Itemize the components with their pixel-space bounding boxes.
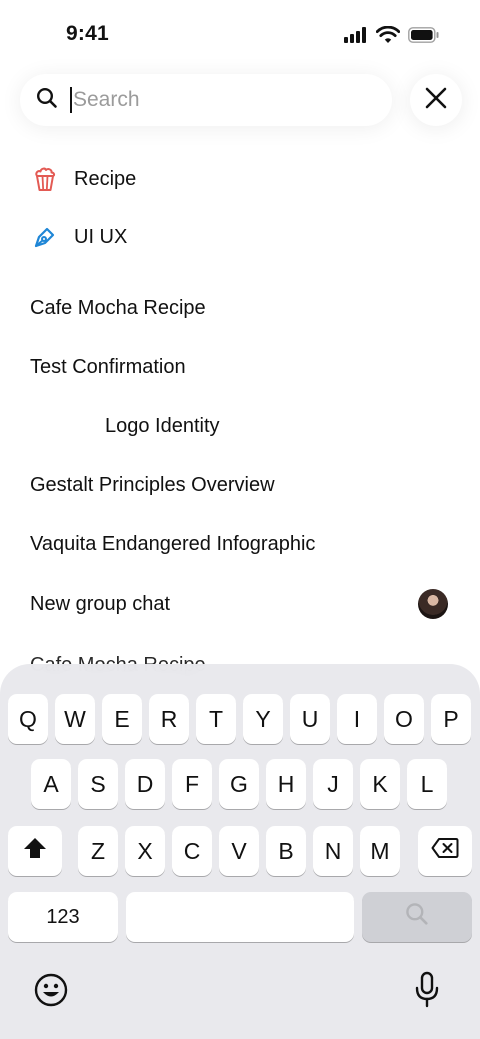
key-b[interactable]: B (266, 826, 306, 876)
dictation-button[interactable] (413, 971, 441, 1014)
close-button[interactable] (410, 74, 462, 126)
shift-key[interactable] (8, 826, 62, 876)
result-item[interactable]: Vaquita Endangered Infographic (30, 533, 315, 556)
avatar (418, 589, 448, 619)
result-item[interactable]: Logo Identity (105, 415, 220, 438)
category-label: Recipe (74, 167, 137, 190)
category-item-recipe[interactable]: Recipe (30, 164, 136, 194)
key-h[interactable]: H (266, 759, 306, 809)
key-g[interactable]: G (219, 759, 259, 809)
emoji-icon (34, 973, 68, 1011)
key-n[interactable]: N (313, 826, 353, 876)
status-time: 9:41 (66, 22, 109, 45)
backspace-icon (431, 837, 459, 865)
key-f[interactable]: F (172, 759, 212, 809)
key-t[interactable]: T (196, 694, 236, 744)
key-c[interactable]: C (172, 826, 212, 876)
microphone-icon (413, 971, 441, 1013)
key-x[interactable]: X (125, 826, 165, 876)
search-icon (36, 87, 58, 114)
signal-icon (344, 27, 368, 48)
key-k[interactable]: K (360, 759, 400, 809)
text-cursor (70, 87, 72, 113)
key-l[interactable]: L (407, 759, 447, 809)
emoji-button[interactable] (34, 973, 68, 1012)
key-v[interactable]: V (219, 826, 259, 876)
delete-key[interactable] (418, 826, 472, 876)
key-p[interactable]: P (431, 694, 471, 744)
key-z[interactable]: Z (78, 826, 118, 876)
key-m[interactable]: M (360, 826, 400, 876)
search-key[interactable] (362, 892, 472, 942)
key-e[interactable]: E (102, 694, 142, 744)
key-i[interactable]: I (337, 694, 377, 744)
key-q[interactable]: Q (8, 694, 48, 744)
result-item[interactable]: Cafe Mocha Recipe (30, 297, 206, 320)
search-key-icon (405, 902, 429, 932)
result-item[interactable]: Test Confirmation (30, 356, 186, 379)
battery-icon (408, 27, 440, 48)
key-o[interactable]: O (384, 694, 424, 744)
key-a[interactable]: A (31, 759, 71, 809)
search-field[interactable] (20, 74, 392, 126)
search-input[interactable] (73, 88, 333, 112)
pen-tool-icon (30, 222, 60, 252)
category-label: UI UX (74, 225, 128, 248)
wifi-icon (375, 25, 401, 49)
key-y[interactable]: Y (243, 694, 283, 744)
status-bar: 9:41 (0, 0, 480, 66)
space-key[interactable] (126, 892, 354, 942)
key-w[interactable]: W (55, 694, 95, 744)
key-d[interactable]: D (125, 759, 165, 809)
result-item[interactable]: New group chat (30, 593, 170, 616)
key-j[interactable]: J (313, 759, 353, 809)
result-item[interactable]: Gestalt Principles Overview (30, 474, 275, 497)
close-icon (425, 87, 447, 114)
keyboard: Q W E R T Y U I O P A S D F G H J K L Z … (0, 664, 480, 1039)
category-item-ui-ux[interactable]: UI UX (30, 222, 127, 252)
numbers-key[interactable]: 123 (8, 892, 118, 942)
key-r[interactable]: R (149, 694, 189, 744)
key-s[interactable]: S (78, 759, 118, 809)
popcorn-icon (30, 164, 60, 194)
status-icons (344, 25, 440, 49)
key-u[interactable]: U (290, 694, 330, 744)
search-bar (20, 72, 462, 128)
shift-icon (22, 836, 48, 866)
